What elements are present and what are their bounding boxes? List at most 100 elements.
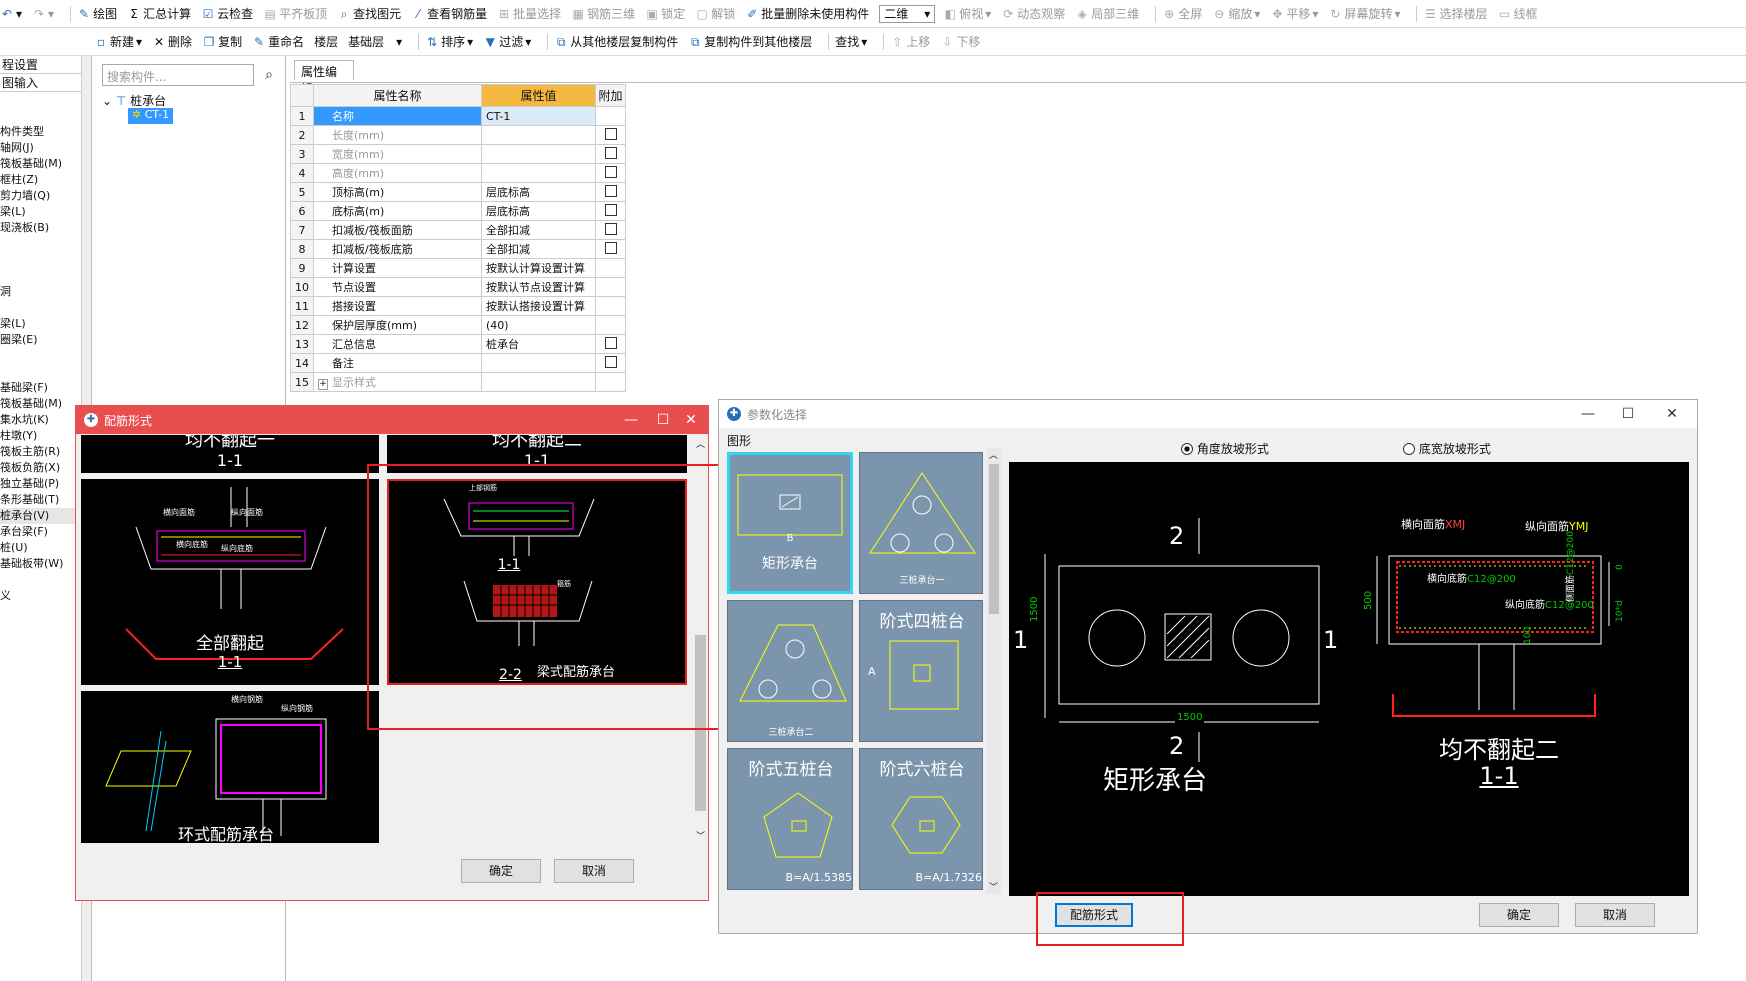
preview-canvas[interactable]: 2 2 1 1 1500 1500 矩形承台 横向面筋XMJ 纵向面筋YMJ 横… [1009,462,1689,896]
property-value[interactable]: 层底标高 [481,182,596,202]
property-name[interactable]: 名称 [313,106,482,126]
redo-button[interactable]: ↷ ▾ [32,7,54,21]
property-name[interactable]: 汇总信息 [313,334,482,354]
table-row[interactable]: 6 底标高(m) 层底标高 [290,201,626,221]
property-value[interactable]: (40) [481,315,596,335]
checkbox[interactable] [604,222,617,235]
batch-select-button[interactable]: ⊞ 批量选择 [497,5,561,22]
table-row[interactable]: 4 高度(mm) [290,163,626,183]
delete-button[interactable]: ✕ 删除 [152,33,192,50]
table-row[interactable]: 15 + 显示样式 [290,372,626,392]
property-value[interactable] [481,163,596,183]
table-row[interactable]: 3 宽度(mm) [290,144,626,164]
property-name[interactable]: + 显示样式 [313,372,482,392]
table-row[interactable]: 7 扣减板/筏板面筋 全部扣减 [290,220,626,240]
move-down-button[interactable]: ⇩ 下移 [940,33,980,50]
property-value[interactable]: 桩承台 [481,334,596,354]
rotate-button[interactable]: ↻ 屏幕旋转 ▾ [1328,5,1400,22]
ok-button[interactable]: 确定 [1479,903,1559,927]
nav-item[interactable] [0,348,91,364]
minimize-icon[interactable]: — [1579,406,1597,422]
pan-button[interactable]: ✥ 平移 ▾ [1270,5,1318,22]
property-value[interactable]: CT-1 [481,106,596,126]
tiles-scrollbar[interactable]: ︿ ﹀ [987,448,1001,894]
expand-icon[interactable]: + [318,379,328,390]
tree-root[interactable]: ⌄ ⊤ 桩承台 [102,92,166,109]
nav-item[interactable]: 筏板基础(M) [0,156,91,172]
wireframe-button[interactable]: ▭ 线框 [1497,5,1538,22]
filter-button[interactable]: ▼ 过滤 ▾ [483,33,532,50]
cancel-button[interactable]: 取消 [554,859,634,883]
property-name[interactable]: 搭接设置 [313,296,482,316]
batch-delete-button[interactable]: ✐ 批量删除未使用构件 [745,5,869,22]
floor-select[interactable]: 基础层 ▾ [348,33,402,50]
checkbox[interactable] [604,146,617,159]
align-top-button[interactable]: ▤ 平齐板顶 [263,5,327,22]
checkbox[interactable] [604,355,617,368]
minimize-icon[interactable]: — [622,412,640,428]
top-view-button[interactable]: ◧ 俯视 ▾ [943,5,992,22]
local-3d-button[interactable]: ◈ 局部三维 [1075,5,1140,22]
fullscreen-button[interactable]: ⊕ 全屏 [1162,5,1202,22]
nav-item[interactable]: 圈梁(E) [0,332,91,348]
chevron-up-icon[interactable]: ︿ [696,437,705,450]
tile-three-pile-1[interactable]: 三桩承台一 [859,452,983,594]
chevron-up-icon[interactable]: ︿ [989,448,998,461]
collapse-icon[interactable]: ⌄ [102,94,112,108]
tab-property-edit[interactable]: 属性编辑 [294,60,354,96]
undo-button[interactable]: ↶ ▾ [0,7,22,21]
property-name[interactable]: 高度(mm) [313,163,482,183]
radio-width-slope[interactable]: 底宽放坡形式 [1403,440,1491,457]
maximize-icon[interactable]: ☐ [1619,406,1637,422]
property-value[interactable] [481,144,596,164]
property-name[interactable]: 宽度(mm) [313,144,482,164]
radio-angle-slope[interactable]: 角度放坡形式 [1181,440,1269,457]
nav-item[interactable]: 构件类型 [0,124,91,140]
checkbox[interactable] [604,165,617,178]
tile-step-four-pile[interactable]: 阶式四桩台 A [859,600,983,742]
property-value[interactable] [481,125,596,145]
rebar-quantity-button[interactable]: ⁄ 查看钢筋量 [411,5,487,22]
cancel-button[interactable]: 取消 [1575,903,1655,927]
lock-button[interactable]: ▣ 锁定 [645,5,686,22]
scroll-thumb[interactable] [989,464,999,614]
move-up-button[interactable]: ⇧ 上移 [890,33,930,50]
nav-item[interactable]: 现浇板(B) [0,220,91,236]
close-icon[interactable]: ✕ [682,412,700,428]
table-row[interactable]: 8 扣减板/筏板底筋 全部扣减 [290,239,626,259]
tile-rect-cap[interactable]: B 矩形承台 [727,452,853,594]
search-icon[interactable]: ⌕ [258,64,280,86]
nav-item[interactable] [0,268,91,284]
property-name[interactable]: 备注 [313,353,482,373]
rebar-3d-button[interactable]: ▦ 钢筋三维 [571,5,636,22]
tree-item-ct1[interactable]: ✲ CT-1 [128,108,174,124]
table-row[interactable]: 14 备注 [290,353,626,373]
property-name[interactable]: 顶标高(m) [313,182,482,202]
property-value[interactable] [481,372,596,392]
search-input[interactable]: 搜索构件... [102,64,254,86]
unlock-button[interactable]: ▢ 解锁 [695,5,736,22]
property-value[interactable] [481,353,596,373]
nav-item[interactable]: 梁(L) [0,204,91,220]
property-value[interactable]: 按默认计算设置计算 [481,258,596,278]
property-name[interactable]: 底标高(m) [313,201,482,221]
property-value[interactable]: 全部扣减 [481,220,596,240]
summary-calc-button[interactable]: Σ 汇总计算 [127,5,191,22]
orbit-button[interactable]: ⟳ 动态观察 [1001,5,1065,22]
property-value[interactable]: 层底标高 [481,201,596,221]
cloud-check-button[interactable]: ☑ 云检查 [201,5,253,22]
nav-item[interactable]: 剪力墙(Q) [0,188,91,204]
zoom-button[interactable]: ⊖ 缩放 ▾ [1212,5,1260,22]
table-row[interactable]: 9 计算设置 按默认计算设置计算 [290,258,626,278]
nav-item[interactable]: 轴网(J) [0,140,91,156]
table-row[interactable]: 2 长度(mm) [290,125,626,145]
property-name[interactable]: 扣减板/筏板底筋 [313,239,482,259]
maximize-icon[interactable]: ☐ [654,412,672,428]
tile-three-pile-2[interactable]: 三桩承台二 [727,600,853,742]
nav-item[interactable] [0,364,91,380]
property-value[interactable]: 按默认搭接设置计算 [481,296,596,316]
tile-step-five-pile[interactable]: 阶式五桩台 B=A/1.5385 [727,748,853,890]
copy-to-floor-button[interactable]: ⧉ 复制构件到其他楼层 [688,33,812,50]
property-value[interactable]: 按默认节点设置计算 [481,277,596,297]
chevron-down-icon[interactable]: ﹀ [696,829,705,842]
